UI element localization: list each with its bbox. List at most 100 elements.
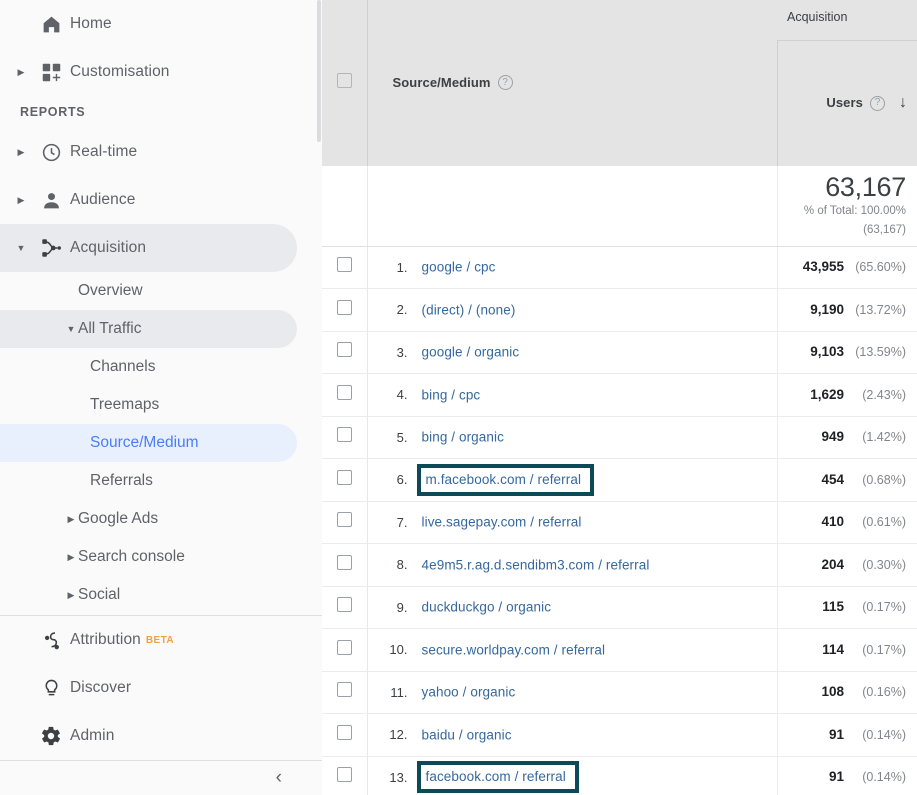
row-checkbox[interactable] <box>336 682 352 698</box>
table-head: Source/Medium? Acquisition Users? ↓ <box>322 0 917 166</box>
totals-dimension-cell <box>367 166 777 247</box>
row-checkbox[interactable] <box>336 299 352 315</box>
sidebar-item-google-ads[interactable]: ▶ Google Ads <box>0 500 322 538</box>
source-medium-link[interactable]: facebook.com / referral <box>426 769 566 784</box>
row-checkbox[interactable] <box>336 597 352 613</box>
sidebar-scroll-region[interactable]: Home ▶ Customisation REPORTS ▶ Real-time… <box>0 0 322 614</box>
row-checkbox[interactable] <box>336 427 352 443</box>
table-row[interactable]: 7. live.sagepay.com / referral 410 (0.61%) <box>322 501 917 544</box>
sidebar-item-treemaps[interactable]: Treemaps <box>0 386 322 424</box>
table-body: 63,167 % of Total: 100.00% (63,167) 1. go… <box>322 166 917 795</box>
source-medium-link[interactable]: google / cpc <box>422 259 496 274</box>
row-checkbox-cell <box>322 586 368 629</box>
sidebar-item-home[interactable]: Home <box>0 0 322 48</box>
table-row[interactable]: 4. bing / cpc 1,629 (2.43%) <box>322 373 917 417</box>
sidebar-item-search-console[interactable]: ▶ Search console <box>0 538 322 576</box>
chevron-right-icon[interactable]: ▶ <box>10 67 32 78</box>
row-users-percent: (2.43%) <box>862 387 906 402</box>
sidebar-item-label: Customisation <box>70 63 170 80</box>
dimension-header-label: Source/Medium <box>392 75 491 90</box>
attribution-icon <box>32 630 70 651</box>
sidebar-item-referrals[interactable]: Referrals <box>0 462 322 500</box>
source-medium-link[interactable]: google / organic <box>422 344 520 359</box>
sidebar-item-discover[interactable]: Discover <box>0 664 322 712</box>
sidebar-item-admin[interactable]: Admin <box>0 712 322 760</box>
row-users-percent: (0.14%) <box>862 727 906 742</box>
chevron-right-icon[interactable]: ▶ <box>10 147 32 158</box>
sidebar-subitem-label: Source/Medium <box>90 434 199 451</box>
table-row[interactable]: 12. baidu / organic 91 (0.14%) <box>322 713 917 757</box>
chevron-right-icon[interactable]: ▶ <box>64 590 78 601</box>
sidebar-item-all-traffic[interactable]: ▼ All Traffic <box>0 310 297 348</box>
row-users-value: 410 <box>821 514 844 530</box>
dimension-header-cell[interactable]: Source/Medium? <box>367 0 777 166</box>
table-row[interactable]: 5. bing / organic 949 (1.42%) <box>322 416 917 459</box>
row-index: 12. <box>389 727 408 743</box>
sidebar-item-real-time[interactable]: ▶ Real-time <box>0 128 322 176</box>
row-users-value: 454 <box>821 471 844 487</box>
source-medium-link[interactable]: m.facebook.com / referral <box>426 472 582 487</box>
source-medium-link[interactable]: bing / organic <box>422 429 504 444</box>
chevron-down-icon[interactable]: ▼ <box>64 324 78 334</box>
chevron-right-icon[interactable]: ▶ <box>64 552 78 563</box>
sidebar-item-source-medium[interactable]: Source/Medium <box>0 424 297 462</box>
source-medium-link[interactable]: live.sagepay.com / referral <box>422 514 582 529</box>
row-index: 9. <box>396 599 408 615</box>
help-circle-icon[interactable]: ? <box>497 75 513 91</box>
sort-descending-arrow-icon[interactable]: ↓ <box>899 94 907 112</box>
source-medium-link[interactable]: (direct) / (none) <box>422 302 516 317</box>
chevron-right-icon[interactable]: ▶ <box>64 514 78 525</box>
source-medium-link[interactable]: bing / cpc <box>422 387 481 402</box>
row-checkbox[interactable] <box>336 512 352 528</box>
table-row[interactable]: 1. google / cpc 43,955 (65.60%) <box>322 246 917 289</box>
table-row[interactable]: 6. m.facebook.com / referral 454 (0.68%) <box>322 458 917 502</box>
source-medium-link[interactable]: baidu / organic <box>422 727 512 742</box>
row-checkbox[interactable] <box>336 469 352 485</box>
source-medium-link[interactable]: secure.worldpay.com / referral <box>422 642 606 657</box>
dimension-wrap: google / cpc <box>422 258 496 276</box>
row-checkbox[interactable] <box>336 257 352 273</box>
lightbulb-icon <box>32 678 70 699</box>
sidebar-item-acquisition[interactable]: ▼ Acquisition <box>0 224 297 272</box>
row-index: 5. <box>396 429 408 445</box>
dimension-wrap: yahoo / organic <box>422 683 516 701</box>
row-checkbox-cell <box>322 416 368 459</box>
row-users-percent: (0.30%) <box>862 557 906 572</box>
sidebar-item-channels[interactable]: Channels <box>0 348 322 386</box>
clock-icon <box>32 142 70 163</box>
table-row[interactable]: 8. 4e9m5.r.ag.d.sendibm3.com / referral 20… <box>322 543 917 587</box>
sidebar-item-audience[interactable]: ▶ Audience <box>0 176 322 224</box>
table-row[interactable]: 13. facebook.com / referral 91 (0.14%) <box>322 756 917 795</box>
source-medium-link[interactable]: 4e9m5.r.ag.d.sendibm3.com / referral <box>422 557 650 572</box>
row-index: 10. <box>389 642 408 658</box>
source-medium-link[interactable]: yahoo / organic <box>422 684 516 699</box>
sidebar-item-attribution[interactable]: Attribution BETA <box>0 616 322 664</box>
row-users-value: 91 <box>828 726 844 742</box>
table-row[interactable]: 3. google / organic 9,103 (13.59%) <box>322 331 917 374</box>
row-checkbox-cell <box>322 331 368 374</box>
row-checkbox[interactable] <box>336 384 352 400</box>
users-header-cell[interactable]: Users? ↓ <box>776 39 917 166</box>
totals-users-cell: 63,167 % of Total: 100.00% (63,167) <box>776 166 917 247</box>
row-checkbox[interactable] <box>336 767 352 783</box>
table-row[interactable]: 2. (direct) / (none) 9,190 (13.72%) <box>322 288 917 332</box>
row-checkbox[interactable] <box>336 554 352 570</box>
sidebar-scrollbar[interactable] <box>317 0 321 142</box>
select-all-checkbox[interactable] <box>336 73 352 88</box>
table-row[interactable]: 9. duckduckgo / organic 115 (0.17%) <box>322 586 917 629</box>
chevron-left-icon[interactable]: ‹ <box>276 768 282 787</box>
row-checkbox[interactable] <box>336 342 352 358</box>
row-users-value: 204 <box>821 556 844 572</box>
sidebar-item-social[interactable]: ▶ Social <box>0 576 322 614</box>
row-checkbox[interactable] <box>336 724 352 740</box>
table-row[interactable]: 10. secure.worldpay.com / referral 114 (0.1… <box>322 628 917 672</box>
sidebar-item-customisation[interactable]: ▶ Customisation <box>0 48 322 96</box>
chevron-right-icon[interactable]: ▶ <box>10 195 32 206</box>
help-circle-icon[interactable]: ? <box>870 95 885 111</box>
sidebar-item-overview[interactable]: Overview <box>0 272 322 310</box>
row-checkbox-cell <box>322 501 368 544</box>
chevron-down-icon[interactable]: ▼ <box>10 243 32 253</box>
source-medium-link[interactable]: duckduckgo / organic <box>422 599 552 614</box>
table-row[interactable]: 11. yahoo / organic 108 (0.16%) <box>322 671 917 714</box>
row-checkbox[interactable] <box>336 639 352 655</box>
